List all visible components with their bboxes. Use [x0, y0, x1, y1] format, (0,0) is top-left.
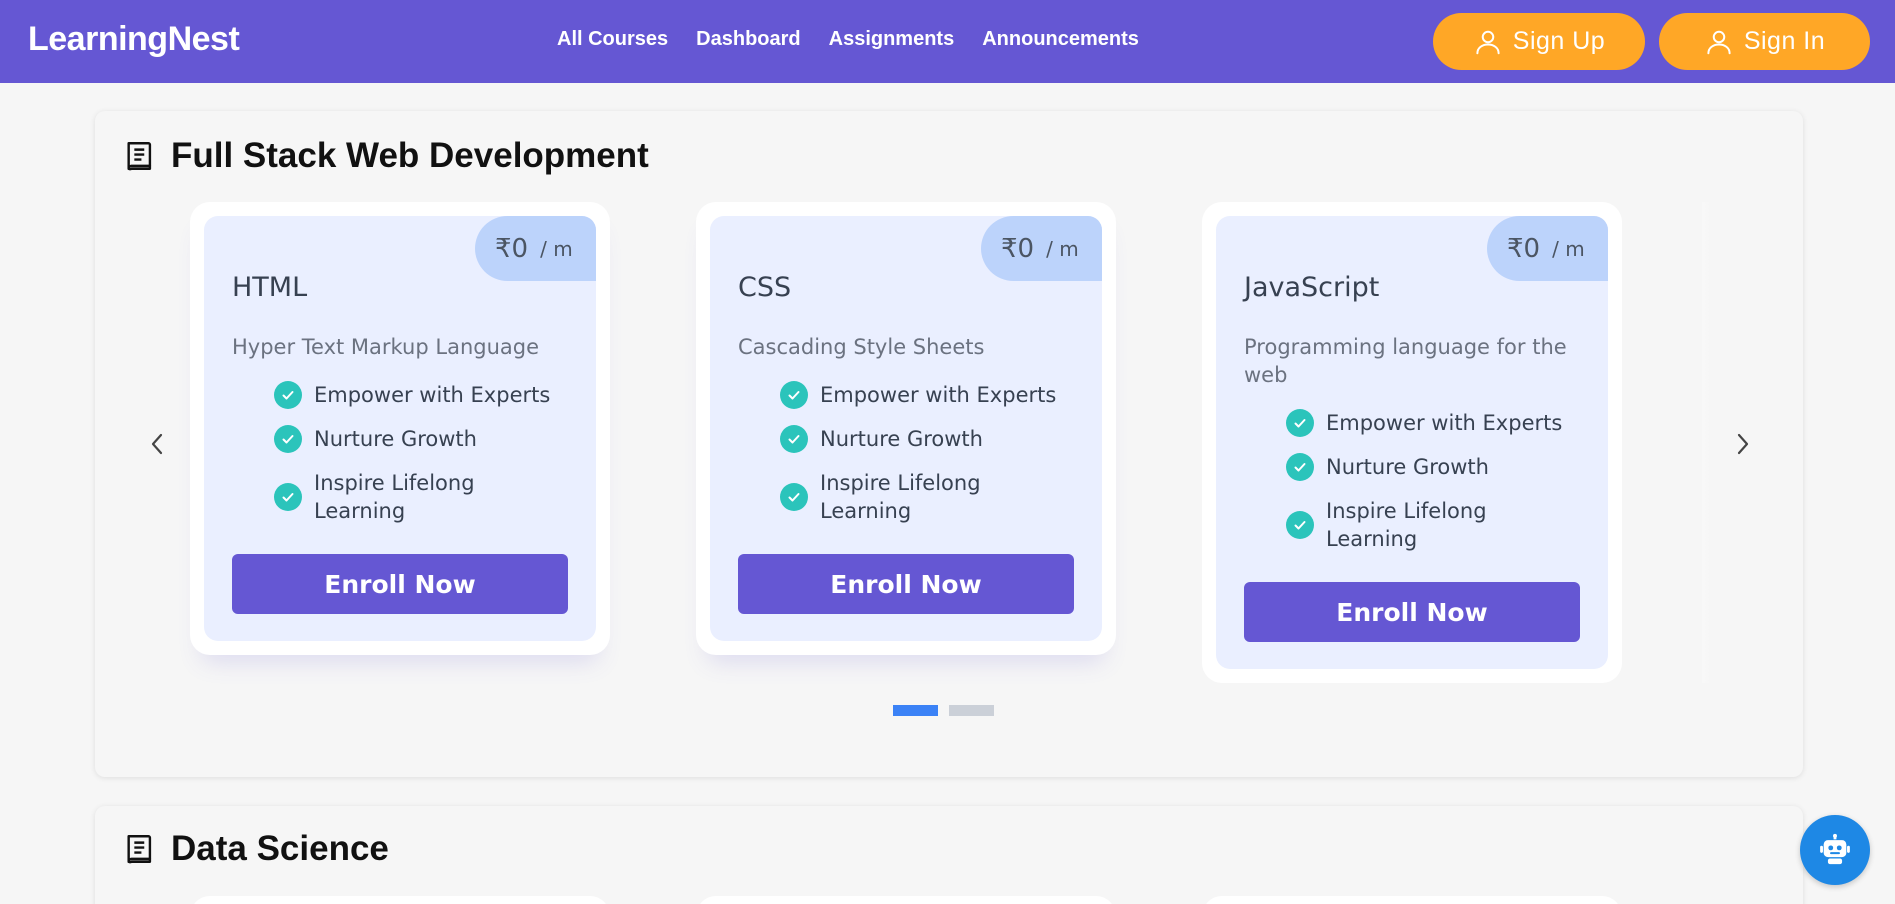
- course-title: JavaScript: [1244, 272, 1380, 303]
- check-circle-icon: [274, 425, 302, 453]
- check-circle-icon: [780, 425, 808, 453]
- feature-label: Inspire Lifelong Learning: [1326, 499, 1487, 551]
- check-circle-icon: [274, 381, 302, 409]
- feature-list: Empower with Experts Nurture Growth Insp…: [1286, 409, 1576, 569]
- course-card: [190, 896, 610, 904]
- section-heading: Data Science: [123, 829, 389, 869]
- feature-label: Nurture Growth: [1326, 455, 1489, 479]
- course-section-panel: Full Stack Web Development ₹0 / m HTML H…: [95, 111, 1803, 777]
- feature-label: Empower with Experts: [1326, 411, 1563, 435]
- feature-label: Nurture Growth: [820, 427, 983, 451]
- feature-item: Inspire Lifelong Learning: [274, 469, 564, 525]
- check-circle-icon: [780, 381, 808, 409]
- price-period: / m: [1046, 236, 1079, 261]
- feature-list: Empower with Experts Nurture Growth Insp…: [274, 381, 564, 541]
- feature-label: Inspire Lifelong Learning: [820, 471, 981, 523]
- nav-assignments[interactable]: Assignments: [829, 28, 955, 51]
- sign-up-label: Sign Up: [1512, 27, 1606, 55]
- enroll-now-button[interactable]: Enroll Now: [738, 554, 1074, 614]
- course-card-javascript: ₹0 / m JavaScript Programming language f…: [1202, 202, 1622, 683]
- course-description: Programming language for the web: [1244, 335, 1567, 387]
- price-badge: ₹0 / m: [981, 216, 1102, 281]
- course-card: [1202, 896, 1622, 904]
- enroll-now-button[interactable]: Enroll Now: [1244, 582, 1580, 642]
- next-card-edge: [1702, 202, 1712, 683]
- main-nav: All Courses Dashboard Assignments Announ…: [557, 28, 1167, 51]
- carousel-pagination: [893, 705, 1005, 716]
- course-card-css: ₹0 / m CSS Cascading Style Sheets Empowe…: [696, 202, 1116, 655]
- feature-item: Empower with Experts: [1286, 409, 1576, 437]
- feature-list: Empower with Experts Nurture Growth Insp…: [780, 381, 1070, 541]
- check-circle-icon: [274, 483, 302, 511]
- chevron-right-icon: [1737, 433, 1749, 455]
- feature-item: Empower with Experts: [780, 381, 1070, 409]
- course-title: HTML: [232, 272, 308, 303]
- pagination-dot-active[interactable]: [893, 705, 938, 716]
- feature-item: Empower with Experts: [274, 381, 564, 409]
- price-amount: ₹0: [1507, 233, 1541, 264]
- price-badge: ₹0 / m: [475, 216, 596, 281]
- price-period: / m: [1552, 236, 1585, 261]
- course-section-panel: Data Science: [95, 806, 1803, 904]
- enroll-now-button[interactable]: Enroll Now: [232, 554, 568, 614]
- course-card-body: ₹0 / m HTML Hyper Text Markup Language E…: [204, 216, 596, 641]
- check-circle-icon: [780, 483, 808, 511]
- course-card: [696, 896, 1116, 904]
- section-title: Full Stack Web Development: [171, 136, 649, 175]
- nav-all-courses[interactable]: All Courses: [557, 28, 668, 51]
- book-icon: [127, 835, 152, 864]
- course-card-html: ₹0 / m HTML Hyper Text Markup Language E…: [190, 202, 610, 655]
- chevron-left-icon: [151, 433, 163, 455]
- course-title: CSS: [738, 272, 792, 303]
- nav-dashboard[interactable]: Dashboard: [696, 28, 800, 51]
- feature-label: Empower with Experts: [820, 383, 1057, 407]
- price-badge: ₹0 / m: [1487, 216, 1608, 281]
- feature-item: Inspire Lifelong Learning: [780, 469, 1070, 525]
- course-card-body: ₹0 / m JavaScript Programming language f…: [1216, 216, 1608, 669]
- carousel-next-button[interactable]: [1727, 429, 1757, 459]
- price-amount: ₹0: [495, 233, 529, 264]
- section-title: Data Science: [171, 829, 389, 868]
- sign-up-button[interactable]: Sign Up: [1433, 13, 1645, 70]
- check-circle-icon: [1286, 453, 1314, 481]
- book-icon: [127, 142, 152, 171]
- user-icon: [1707, 30, 1731, 54]
- feature-item: Nurture Growth: [1286, 453, 1576, 481]
- feature-item: Inspire Lifelong Learning: [1286, 497, 1576, 553]
- feature-item: Nurture Growth: [780, 425, 1070, 453]
- robot-icon: [1820, 833, 1850, 865]
- carousel-prev-button[interactable]: [143, 429, 173, 459]
- section-heading: Full Stack Web Development: [123, 136, 649, 176]
- feature-label: Empower with Experts: [314, 383, 551, 407]
- feature-item: Nurture Growth: [274, 425, 564, 453]
- chatbot-button[interactable]: [1800, 815, 1870, 885]
- course-description: Cascading Style Sheets: [738, 335, 985, 359]
- sign-in-label: Sign In: [1743, 27, 1826, 55]
- sign-in-button[interactable]: Sign In: [1659, 13, 1870, 70]
- price-amount: ₹0: [1001, 233, 1035, 264]
- user-icon: [1476, 30, 1500, 54]
- nav-announcements[interactable]: Announcements: [982, 28, 1139, 51]
- course-description: Hyper Text Markup Language: [232, 335, 540, 359]
- brand-logo[interactable]: LearningNest: [28, 20, 240, 59]
- check-circle-icon: [1286, 511, 1314, 539]
- course-card-body: ₹0 / m CSS Cascading Style Sheets Empowe…: [710, 216, 1102, 641]
- feature-label: Nurture Growth: [314, 427, 477, 451]
- top-navbar: LearningNest All Courses Dashboard Assig…: [0, 0, 1895, 83]
- feature-label: Inspire Lifelong Learning: [314, 471, 475, 523]
- check-circle-icon: [1286, 409, 1314, 437]
- pagination-dot[interactable]: [949, 705, 994, 716]
- price-period: / m: [540, 236, 573, 261]
